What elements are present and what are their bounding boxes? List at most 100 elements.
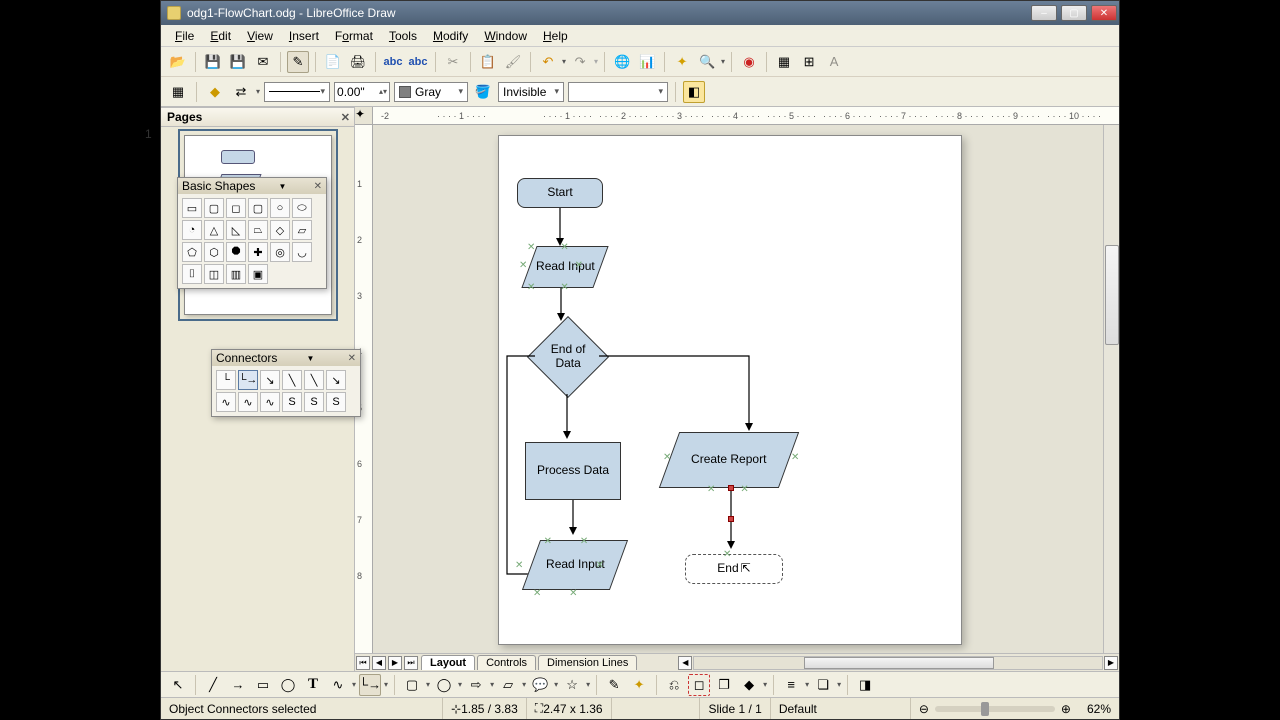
shape-diamond-icon[interactable]: ◇ (270, 220, 290, 240)
print-icon[interactable]: 🖨 (347, 51, 369, 73)
connector-line-icon[interactable]: ╲ (282, 370, 302, 390)
format-paint-icon[interactable]: 🖌 (502, 51, 524, 73)
curve-tool-icon[interactable]: ∿ (327, 674, 349, 696)
connector-line-arrow-icon[interactable]: ↘ (326, 370, 346, 390)
shape-octagon-icon[interactable]: ⯃ (226, 242, 246, 262)
vertical-scrollbar[interactable] (1103, 125, 1119, 653)
horizontal-scrollbar[interactable] (693, 656, 1103, 670)
last-page-button[interactable]: ⏭ (404, 656, 418, 670)
saveas-icon[interactable]: 💾 (227, 51, 249, 73)
shape-triangle-icon[interactable]: △ (204, 220, 224, 240)
bucket-icon[interactable]: 🪣 (472, 81, 494, 103)
arrows-icon[interactable]: ⇄ (230, 81, 252, 103)
spellcheck-icon[interactable]: abc (382, 51, 404, 73)
palette-dropdown-icon[interactable]: ▼ (307, 354, 315, 363)
shape-end-of-data[interactable]: End of Data (527, 316, 609, 398)
shape-trapezoid-icon[interactable]: ⏢ (248, 220, 268, 240)
shape-cross-icon[interactable]: ✚ (248, 242, 268, 262)
duplicate-icon[interactable]: ❐ (713, 674, 735, 696)
zoom-in-icon[interactable]: ⊕ (1061, 702, 1071, 716)
cut-icon[interactable]: ✂ (442, 51, 464, 73)
connector-straight-arrow-icon[interactable]: └→ (238, 370, 258, 390)
align-icon[interactable]: ≡ (780, 674, 802, 696)
hscroll-left-button[interactable]: ◀ (678, 656, 692, 670)
arrange-icon[interactable]: ❏ (812, 674, 834, 696)
font-color-icon[interactable]: A (823, 51, 845, 73)
effects-icon[interactable]: ◆ (738, 674, 760, 696)
zoom-slider[interactable] (935, 706, 1055, 712)
connector-arrow-icon[interactable]: ↘ (260, 370, 280, 390)
line-color-dropdown[interactable]: Gray▾ (394, 82, 468, 102)
shape-pie-icon[interactable]: ◔ (182, 220, 202, 240)
symbol-shapes-icon[interactable]: ◯ (433, 674, 455, 696)
tab-layout[interactable]: Layout (421, 655, 475, 670)
shape-hexagon-icon[interactable]: ⬡ (204, 242, 224, 262)
menu-file[interactable]: File (167, 27, 202, 45)
shape-ring-icon[interactable]: ◎ (270, 242, 290, 262)
basic-shapes-palette[interactable]: Basic Shapes ▼ ✕ ▭ ▢ ◻ ▢ ○ ⬭ ◔ △ ◺ (177, 177, 327, 289)
crop-icon[interactable]: ◻ (688, 674, 710, 696)
arrow-line-icon[interactable]: → (227, 674, 249, 696)
shape-circle-icon[interactable]: ○ (270, 198, 290, 218)
paste-icon[interactable]: 📋 (477, 51, 499, 73)
zoom-out-icon[interactable]: ⊖ (919, 702, 929, 716)
grid-small-icon[interactable]: ▦ (167, 81, 189, 103)
pointer-tool-icon[interactable]: ↖ (167, 674, 189, 696)
undo-icon[interactable]: ↶ (537, 51, 559, 73)
help-icon[interactable]: ◉ (738, 51, 760, 73)
tab-controls[interactable]: Controls (477, 655, 536, 670)
rect-tool-icon[interactable]: ▭ (252, 674, 274, 696)
callouts-icon[interactable]: 💬 (529, 674, 551, 696)
menu-help[interactable]: Help (535, 27, 576, 45)
menu-format[interactable]: Format (327, 27, 381, 45)
shape-square-icon[interactable]: ◻ (226, 198, 246, 218)
connector-straight-icon[interactable]: └ (216, 370, 236, 390)
palette-close-icon[interactable]: ✕ (348, 353, 356, 364)
connectors-palette[interactable]: Connectors ▼ ✕ └ └→ ↘ ╲ ╲ ↘ ∿ ∿ ∿ (211, 349, 361, 417)
drawing-page[interactable]: Start Read Input ✕ ✕ ✕ ✕ ✕ ✕ (498, 135, 962, 645)
line-width-spinbox[interactable]: 0.00"▴▾ (334, 82, 390, 102)
export-pdf-icon[interactable]: 📄 (322, 51, 344, 73)
zoom-percent[interactable]: 62% (1079, 698, 1119, 719)
shape-cube-icon[interactable]: ◫ (204, 264, 224, 284)
shape-rect-icon[interactable]: ▭ (182, 198, 202, 218)
stars-icon[interactable]: ☆ (561, 674, 583, 696)
shape-start[interactable]: Start (517, 178, 603, 208)
fill-type-dropdown[interactable]: Invisible▾ (498, 82, 564, 102)
menu-window[interactable]: Window (476, 27, 535, 45)
next-page-button[interactable]: ▶ (388, 656, 402, 670)
arrange-icon[interactable]: ◆ (204, 81, 226, 103)
connector-s3-icon[interactable]: S (326, 392, 346, 412)
palette-dropdown-icon[interactable]: ▼ (279, 182, 287, 191)
first-page-button[interactable]: ⏮ (356, 656, 370, 670)
email-icon[interactable]: ✉ (252, 51, 274, 73)
basic-shapes-tool-icon[interactable]: ▢ (401, 674, 423, 696)
connector-curve3-icon[interactable]: ∿ (260, 392, 280, 412)
shadow-icon[interactable]: ◧ (683, 81, 705, 103)
redo-icon[interactable]: ↷ (569, 51, 591, 73)
shape-cylinder-icon[interactable]: ⌷ (182, 264, 202, 284)
block-arrows-icon[interactable]: ⇨ (465, 674, 487, 696)
navigator-icon[interactable]: ✦ (671, 51, 693, 73)
shape-ellipse-icon[interactable]: ⬭ (292, 198, 312, 218)
menu-view[interactable]: View (239, 27, 281, 45)
shape-process-data[interactable]: Process Data (525, 442, 621, 500)
connector-handle[interactable] (728, 516, 734, 522)
menu-tools[interactable]: Tools (381, 27, 425, 45)
hyperlink-icon[interactable]: 🌐 (611, 51, 633, 73)
palette-close-icon[interactable]: ✕ (314, 181, 322, 192)
connector-line2-icon[interactable]: ╲ (304, 370, 324, 390)
autospell-icon[interactable]: abc (407, 51, 429, 73)
line-tool-icon[interactable]: ╱ (202, 674, 224, 696)
edit-points-icon[interactable]: ✎ (603, 674, 625, 696)
close-button[interactable]: ✕ (1091, 5, 1117, 21)
open-icon[interactable]: 📂 (167, 51, 189, 73)
menu-modify[interactable]: Modify (425, 27, 476, 45)
snap-icon[interactable]: ⊞ (798, 51, 820, 73)
horizontal-ruler[interactable]: -2 · · · · 1 · · · · · · · · 1 · · · · ·… (373, 107, 1119, 125)
ellipse-tool-icon[interactable]: ◯ (277, 674, 299, 696)
shape-frame-icon[interactable]: ▣ (248, 264, 268, 284)
glue-points-icon[interactable]: ✦ (628, 674, 650, 696)
menu-insert[interactable]: Insert (281, 27, 327, 45)
menu-edit[interactable]: Edit (202, 27, 239, 45)
